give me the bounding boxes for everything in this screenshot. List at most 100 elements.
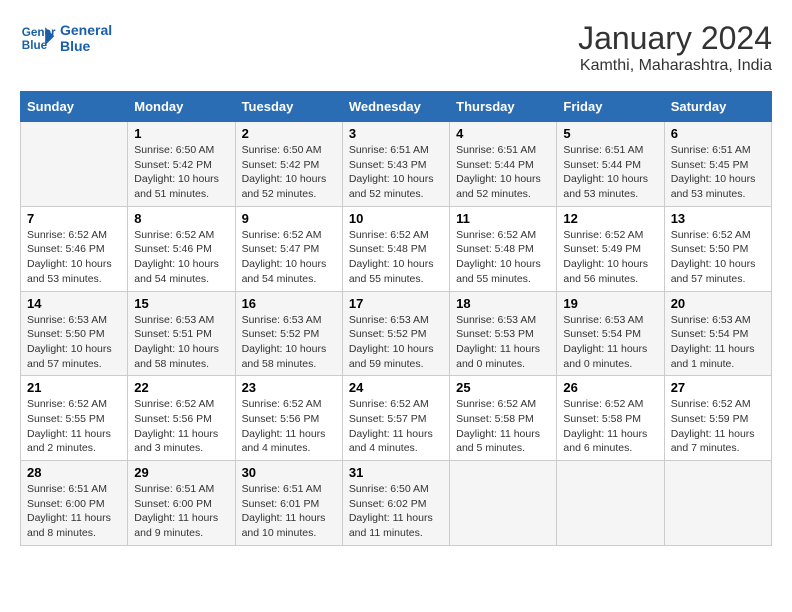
day-detail: Sunrise: 6:52 AM Sunset: 5:56 PM Dayligh… <box>134 398 218 454</box>
day-detail: Sunrise: 6:50 AM Sunset: 5:42 PM Dayligh… <box>134 144 219 200</box>
calendar-cell: 5 Sunrise: 6:51 AM Sunset: 5:44 PM Daylig… <box>557 122 664 207</box>
day-number: 24 <box>349 380 443 395</box>
day-detail: Sunrise: 6:53 AM Sunset: 5:52 PM Dayligh… <box>349 314 434 370</box>
day-number: 22 <box>134 380 228 395</box>
weekday-header: Sunday <box>21 92 128 122</box>
day-number: 27 <box>671 380 765 395</box>
calendar-cell: 25 Sunrise: 6:52 AM Sunset: 5:58 PM Dayli… <box>450 376 557 461</box>
calendar-cell: 18Sunrise: 6:53 AM Sunset: 5:53 PM Dayli… <box>450 291 557 376</box>
day-detail: Sunrise: 6:51 AM Sunset: 6:00 PM Dayligh… <box>27 483 111 539</box>
day-number: 16 <box>242 296 336 311</box>
day-number: 29 <box>134 465 228 480</box>
calendar-cell: 10 Sunrise: 6:52 AM Sunset: 5:48 PM Dayli… <box>342 206 449 291</box>
calendar-cell <box>664 461 771 546</box>
day-detail: Sunrise: 6:53 AM Sunset: 5:51 PM Dayligh… <box>134 314 219 370</box>
day-detail: Sunrise: 6:53 AM Sunset: 5:54 PM Dayligh… <box>563 314 647 370</box>
weekday-header: Saturday <box>664 92 771 122</box>
calendar-cell: 30 Sunrise: 6:51 AM Sunset: 6:01 PM Dayli… <box>235 461 342 546</box>
calendar-cell: 1 Sunrise: 6:50 AM Sunset: 5:42 PM Daylig… <box>128 122 235 207</box>
calendar-cell: 31Sunrise: 6:50 AM Sunset: 6:02 PM Dayli… <box>342 461 449 546</box>
day-detail: Sunrise: 6:53 AM Sunset: 5:50 PM Dayligh… <box>27 314 112 370</box>
calendar-cell: 3 Sunrise: 6:51 AM Sunset: 5:43 PM Daylig… <box>342 122 449 207</box>
calendar-week-row: 21 Sunrise: 6:52 AM Sunset: 5:55 PM Dayli… <box>21 376 772 461</box>
day-number: 4 <box>456 126 550 141</box>
calendar-cell: 27 Sunrise: 6:52 AM Sunset: 5:59 PM Dayli… <box>664 376 771 461</box>
calendar-week-row: 1 Sunrise: 6:50 AM Sunset: 5:42 PM Daylig… <box>21 122 772 207</box>
calendar-cell: 6Sunrise: 6:51 AM Sunset: 5:45 PM Daylig… <box>664 122 771 207</box>
calendar-cell: 2 Sunrise: 6:50 AM Sunset: 5:42 PM Daylig… <box>235 122 342 207</box>
calendar-cell: 14 Sunrise: 6:53 AM Sunset: 5:50 PM Dayli… <box>21 291 128 376</box>
calendar-cell: 8Sunrise: 6:52 AM Sunset: 5:46 PM Daylig… <box>128 206 235 291</box>
day-detail: Sunrise: 6:53 AM Sunset: 5:54 PM Dayligh… <box>671 314 755 370</box>
day-detail: Sunrise: 6:53 AM Sunset: 5:52 PM Dayligh… <box>242 314 327 370</box>
day-detail: Sunrise: 6:52 AM Sunset: 5:57 PM Dayligh… <box>349 398 433 454</box>
day-number: 1 <box>134 126 228 141</box>
weekday-header: Tuesday <box>235 92 342 122</box>
title-block: January 2024 Kamthi, Maharashtra, India <box>578 20 772 75</box>
calendar-cell: 11 Sunrise: 6:52 AM Sunset: 5:48 PM Dayli… <box>450 206 557 291</box>
calendar-cell: 17 Sunrise: 6:53 AM Sunset: 5:52 PM Dayli… <box>342 291 449 376</box>
day-detail: Sunrise: 6:51 AM Sunset: 5:44 PM Dayligh… <box>456 144 541 200</box>
day-number: 30 <box>242 465 336 480</box>
day-detail: Sunrise: 6:51 AM Sunset: 5:44 PM Dayligh… <box>563 144 648 200</box>
calendar-cell: 7 Sunrise: 6:52 AM Sunset: 5:46 PM Daylig… <box>21 206 128 291</box>
calendar-cell: 12Sunrise: 6:52 AM Sunset: 5:49 PM Dayli… <box>557 206 664 291</box>
weekday-header: Wednesday <box>342 92 449 122</box>
calendar-cell: 4 Sunrise: 6:51 AM Sunset: 5:44 PM Daylig… <box>450 122 557 207</box>
day-number: 2 <box>242 126 336 141</box>
calendar-cell: 13Sunrise: 6:52 AM Sunset: 5:50 PM Dayli… <box>664 206 771 291</box>
day-detail: Sunrise: 6:52 AM Sunset: 5:46 PM Dayligh… <box>27 229 112 285</box>
calendar-cell: 19 Sunrise: 6:53 AM Sunset: 5:54 PM Dayli… <box>557 291 664 376</box>
weekday-header: Friday <box>557 92 664 122</box>
weekday-header: Thursday <box>450 92 557 122</box>
calendar-cell: 26 Sunrise: 6:52 AM Sunset: 5:58 PM Dayli… <box>557 376 664 461</box>
calendar-cell: 28 Sunrise: 6:51 AM Sunset: 6:00 PM Dayli… <box>21 461 128 546</box>
weekday-header: Monday <box>128 92 235 122</box>
day-number: 25 <box>456 380 550 395</box>
day-detail: Sunrise: 6:52 AM Sunset: 5:47 PM Dayligh… <box>242 229 327 285</box>
day-number: 7 <box>27 211 121 226</box>
day-number: 5 <box>563 126 657 141</box>
day-detail: Sunrise: 6:52 AM Sunset: 5:58 PM Dayligh… <box>563 398 647 454</box>
day-detail: Sunrise: 6:52 AM Sunset: 5:46 PM Dayligh… <box>134 229 219 285</box>
day-detail: Sunrise: 6:51 AM Sunset: 6:01 PM Dayligh… <box>242 483 326 539</box>
day-detail: Sunrise: 6:50 AM Sunset: 5:42 PM Dayligh… <box>242 144 327 200</box>
day-number: 21 <box>27 380 121 395</box>
day-detail: Sunrise: 6:52 AM Sunset: 5:50 PM Dayligh… <box>671 229 756 285</box>
day-number: 14 <box>27 296 121 311</box>
calendar-cell <box>21 122 128 207</box>
logo-icon: General Blue <box>20 20 56 56</box>
day-detail: Sunrise: 6:52 AM Sunset: 5:55 PM Dayligh… <box>27 398 111 454</box>
calendar-cell <box>557 461 664 546</box>
day-number: 15 <box>134 296 228 311</box>
day-detail: Sunrise: 6:52 AM Sunset: 5:48 PM Dayligh… <box>349 229 434 285</box>
logo-line2: Blue <box>60 38 112 54</box>
calendar-cell: 9 Sunrise: 6:52 AM Sunset: 5:47 PM Daylig… <box>235 206 342 291</box>
day-number: 3 <box>349 126 443 141</box>
day-number: 12 <box>563 211 657 226</box>
day-number: 19 <box>563 296 657 311</box>
calendar-week-row: 28 Sunrise: 6:51 AM Sunset: 6:00 PM Dayli… <box>21 461 772 546</box>
page-header: General Blue General Blue January 2024 K… <box>20 20 772 75</box>
calendar-week-row: 7 Sunrise: 6:52 AM Sunset: 5:46 PM Daylig… <box>21 206 772 291</box>
day-detail: Sunrise: 6:50 AM Sunset: 6:02 PM Dayligh… <box>349 483 433 539</box>
day-detail: Sunrise: 6:52 AM Sunset: 5:48 PM Dayligh… <box>456 229 541 285</box>
day-number: 9 <box>242 211 336 226</box>
day-detail: Sunrise: 6:52 AM Sunset: 5:56 PM Dayligh… <box>242 398 326 454</box>
day-detail: Sunrise: 6:52 AM Sunset: 5:59 PM Dayligh… <box>671 398 755 454</box>
day-detail: Sunrise: 6:52 AM Sunset: 5:58 PM Dayligh… <box>456 398 540 454</box>
day-number: 26 <box>563 380 657 395</box>
day-number: 11 <box>456 211 550 226</box>
day-number: 23 <box>242 380 336 395</box>
calendar-cell: 21 Sunrise: 6:52 AM Sunset: 5:55 PM Dayli… <box>21 376 128 461</box>
day-number: 17 <box>349 296 443 311</box>
calendar-cell: 29Sunrise: 6:51 AM Sunset: 6:00 PM Dayli… <box>128 461 235 546</box>
day-number: 20 <box>671 296 765 311</box>
month-title: January 2024 <box>578 20 772 57</box>
day-detail: Sunrise: 6:51 AM Sunset: 5:43 PM Dayligh… <box>349 144 434 200</box>
svg-text:Blue: Blue <box>22 39 48 52</box>
day-number: 6 <box>671 126 765 141</box>
day-detail: Sunrise: 6:53 AM Sunset: 5:53 PM Dayligh… <box>456 314 540 370</box>
day-number: 10 <box>349 211 443 226</box>
day-number: 28 <box>27 465 121 480</box>
